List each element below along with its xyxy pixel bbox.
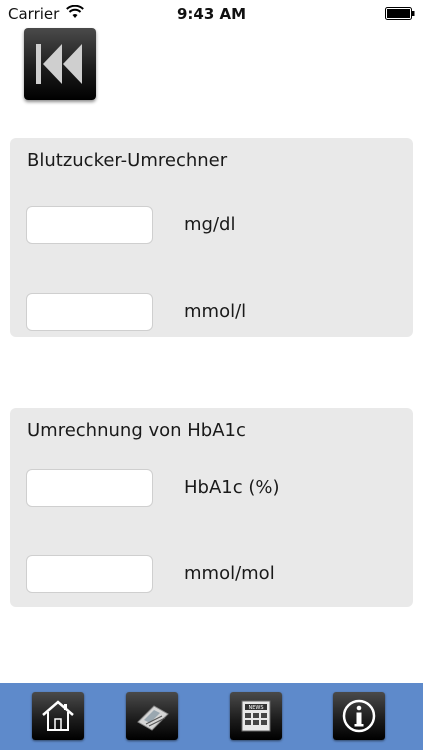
hba1c-card: Umrechnung von HbA1c HbA1c (%) mmol/mol (10, 408, 413, 607)
tab-calculator[interactable] (126, 692, 178, 740)
blood-sugar-card: Blutzucker-Umrechner mg/dl mmol/l (10, 138, 413, 337)
tab-info[interactable] (333, 692, 385, 740)
hba1c-title: Umrechnung von HbA1c (27, 420, 246, 441)
tab-bar: NEWS (0, 683, 423, 750)
mmol-mol-input[interactable] (26, 555, 153, 593)
home-icon (42, 700, 74, 731)
battery-icon (385, 7, 415, 20)
mgdl-unit-label: mg/dl (184, 214, 236, 235)
mmol-l-unit-label: mmol/l (184, 301, 247, 322)
hba1c-percent-unit-label: HbA1c (%) (184, 477, 280, 498)
info-icon (342, 699, 376, 733)
tab-home[interactable] (32, 692, 84, 740)
back-button[interactable] (24, 28, 96, 100)
blood-sugar-title: Blutzucker-Umrechner (27, 150, 228, 171)
clock: 9:43 AM (176, 5, 247, 23)
news-icon: NEWS (241, 700, 271, 732)
hba1c-percent-input[interactable] (26, 469, 153, 507)
news-label: NEWS (248, 705, 263, 711)
mmol-l-input[interactable] (26, 293, 153, 331)
calculator-icon (137, 705, 169, 731)
mgdl-input[interactable] (26, 206, 153, 244)
mmol-mol-unit-label: mmol/mol (184, 563, 275, 584)
status-bar: Carrier 9:43 AM (0, 0, 423, 28)
rewind-icon (36, 44, 82, 84)
tab-news[interactable]: NEWS (230, 692, 282, 740)
